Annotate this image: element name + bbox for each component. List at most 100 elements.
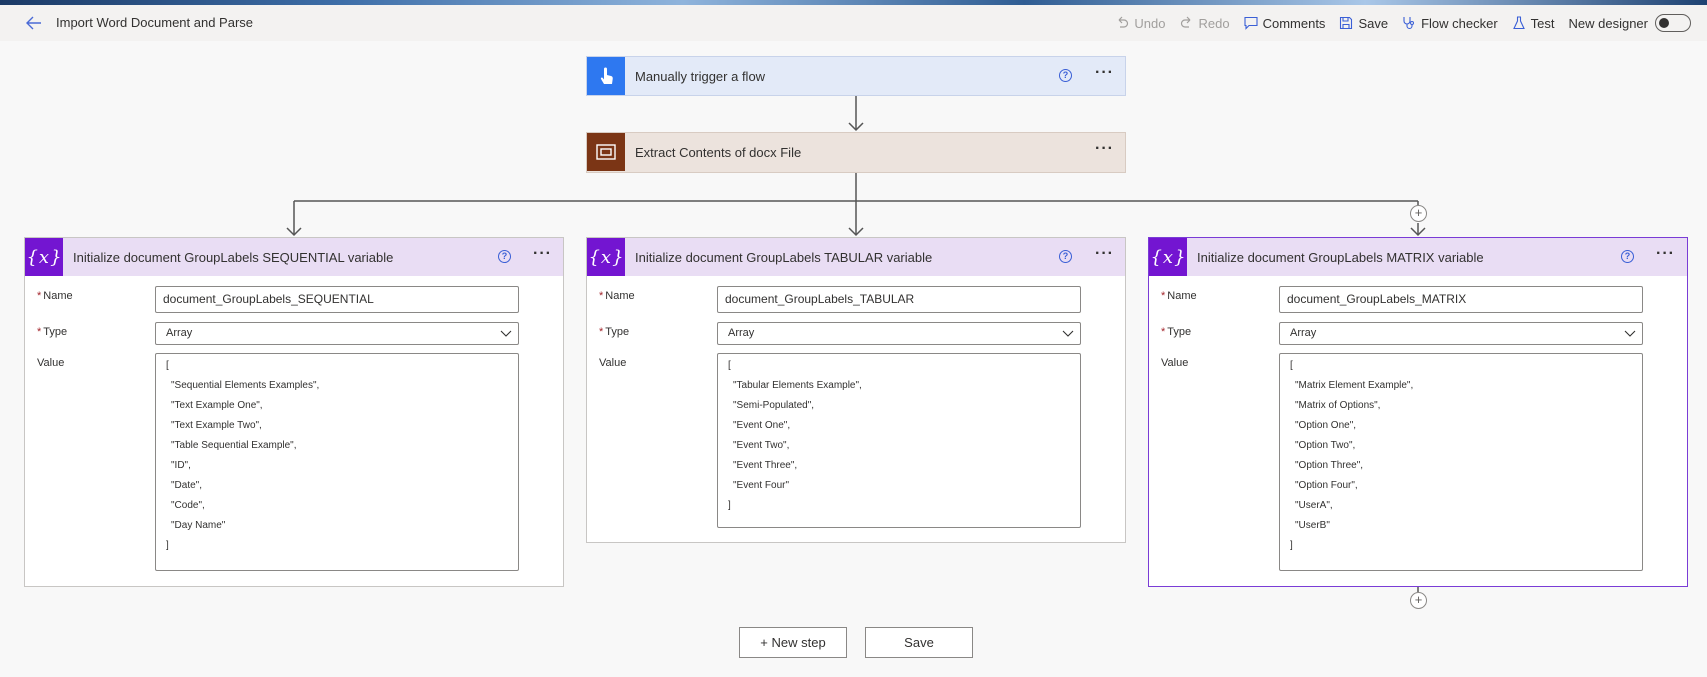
undo-button[interactable]: Undo [1115,15,1166,31]
variable-icon: {x} [587,238,625,276]
value-label: Value [37,357,65,369]
value-line: "UserB" [1295,520,1330,531]
type-select[interactable]: Array [717,322,1081,345]
value-line: [ [166,360,169,371]
help-icon[interactable]: ? [498,250,511,263]
type-label: * Type [1161,326,1192,338]
variable-icon: {x} [25,238,63,276]
help-icon[interactable]: ? [1059,250,1072,263]
value-line: "Option Two", [1295,440,1356,451]
command-bar: Import Word Document and Parse Undo Redo… [0,5,1707,41]
stethoscope-icon [1403,17,1415,30]
type-label: * Type [599,326,630,338]
value-editor[interactable]: [ "Sequential Elements Examples", "Text … [155,353,519,571]
value-line: "Text Example Two", [171,420,262,431]
trigger-title: Manually trigger a flow [635,68,766,84]
type-value: Array [166,327,193,339]
value-line: "Text Example One", [171,400,263,411]
variable-icon: {x} [1149,238,1187,276]
variable-title: Initialize document GroupLabels TABULAR … [635,249,933,265]
chevron-down-icon [500,330,512,337]
new-designer-label: New designer [1568,15,1649,31]
name-input[interactable]: document_GroupLabels_SEQUENTIAL [155,286,519,313]
trigger-card[interactable]: Manually trigger a flow ? ··· [586,56,1126,96]
comment-icon [1244,16,1258,30]
comments-button[interactable]: Comments [1244,16,1325,31]
value-line: "Event Four" [733,480,790,491]
flow-checker-button[interactable]: Flow checker [1402,16,1498,31]
value-line: "Option Four", [1295,480,1358,491]
save-button[interactable]: Save [1339,16,1388,31]
redo-button[interactable]: Redo [1180,16,1230,31]
type-select[interactable]: Array [1279,322,1643,345]
chevron-down-icon [1624,330,1636,337]
more-options-icon[interactable]: ··· [1656,246,1675,262]
value-line: "UserA", [1295,500,1333,511]
extract-card[interactable]: Extract Contents of docx File ··· [586,132,1126,173]
more-options-icon[interactable]: ··· [1095,246,1114,262]
flow-title: Import Word Document and Parse [56,15,254,30]
undo-label: Undo [1134,15,1166,31]
help-icon[interactable]: ? [1621,250,1634,263]
new-designer-toggle[interactable]: New designer [1568,14,1691,32]
flask-icon [1512,16,1525,30]
variable-title: Initialize document GroupLabels MATRIX v… [1197,249,1484,265]
value-line: [ [1290,360,1293,371]
type-select[interactable]: Array [155,322,519,345]
name-label: * Name [599,290,635,302]
value-line: "Matrix Element Example", [1295,380,1414,391]
value-line: "Table Sequential Example", [171,440,297,451]
value-line: "Event Three", [733,460,798,471]
more-options-icon[interactable]: ··· [1095,141,1114,157]
redo-label: Redo [1198,15,1230,31]
name-input[interactable]: document_GroupLabels_TABULAR [717,286,1081,313]
type-value: Array [728,327,755,339]
name-label: * Name [1161,290,1197,302]
redo-icon [1180,16,1190,28]
type-value: Array [1290,327,1317,339]
test-button[interactable]: Test [1512,16,1555,31]
value-line: ] [1290,540,1293,551]
add-branch-icon[interactable]: + [1410,205,1427,222]
touch-hand-icon [587,57,625,95]
value-line: "Event One", [733,420,791,431]
new-step-button[interactable]: + New step [739,627,847,658]
save-label: Save [1358,15,1389,31]
variable-card-tabular[interactable]: {x} Initialize document GroupLabels TABU… [586,237,1126,543]
value-line: "Semi-Populated", [733,400,815,411]
value-label: Value [1161,357,1189,369]
variable-title: Initialize document GroupLabels SEQUENTI… [73,249,394,265]
more-options-icon[interactable]: ··· [1095,65,1114,81]
add-action-icon[interactable]: + [1410,592,1427,609]
save-icon [1340,16,1353,30]
value-line: "Day Name" [171,520,226,531]
value-line: "Option One", [1295,420,1357,431]
value-line: "Sequential Elements Examples", [171,380,320,391]
name-label: * Name [37,290,73,302]
value-line: "Event Two", [733,440,790,451]
more-options-icon[interactable]: ··· [533,246,552,262]
value-label: Value [599,357,627,369]
toggle-switch[interactable] [1655,14,1691,32]
value-line: "Date", [171,480,203,491]
variable-card-matrix[interactable]: {x} Initialize document GroupLabels MATR… [1148,237,1688,587]
back-arrow-icon[interactable] [22,13,46,33]
footer-save-button[interactable]: Save [865,627,973,658]
type-label: * Type [37,326,68,338]
test-label: Test [1530,15,1555,31]
flow-checker-label: Flow checker [1421,15,1498,31]
variable-card-sequential[interactable]: {x} Initialize document GroupLabels SEQU… [24,237,564,587]
help-icon[interactable]: ? [1059,69,1072,82]
value-line: [ [728,360,731,371]
value-line: "Matrix of Options", [1295,400,1381,411]
value-line: ] [166,540,169,551]
name-input[interactable]: document_GroupLabels_MATRIX [1279,286,1643,313]
value-line: "Tabular Elements Example", [733,380,862,391]
value-line: ] [728,500,731,511]
value-editor[interactable]: [ "Tabular Elements Example", "Semi-Popu… [717,353,1081,528]
value-line: "ID", [171,460,191,471]
value-editor[interactable]: [ "Matrix Element Example", "Matrix of O… [1279,353,1643,571]
chevron-down-icon [1062,330,1074,337]
document-frame-icon [587,133,625,171]
extract-title: Extract Contents of docx File [635,144,802,160]
